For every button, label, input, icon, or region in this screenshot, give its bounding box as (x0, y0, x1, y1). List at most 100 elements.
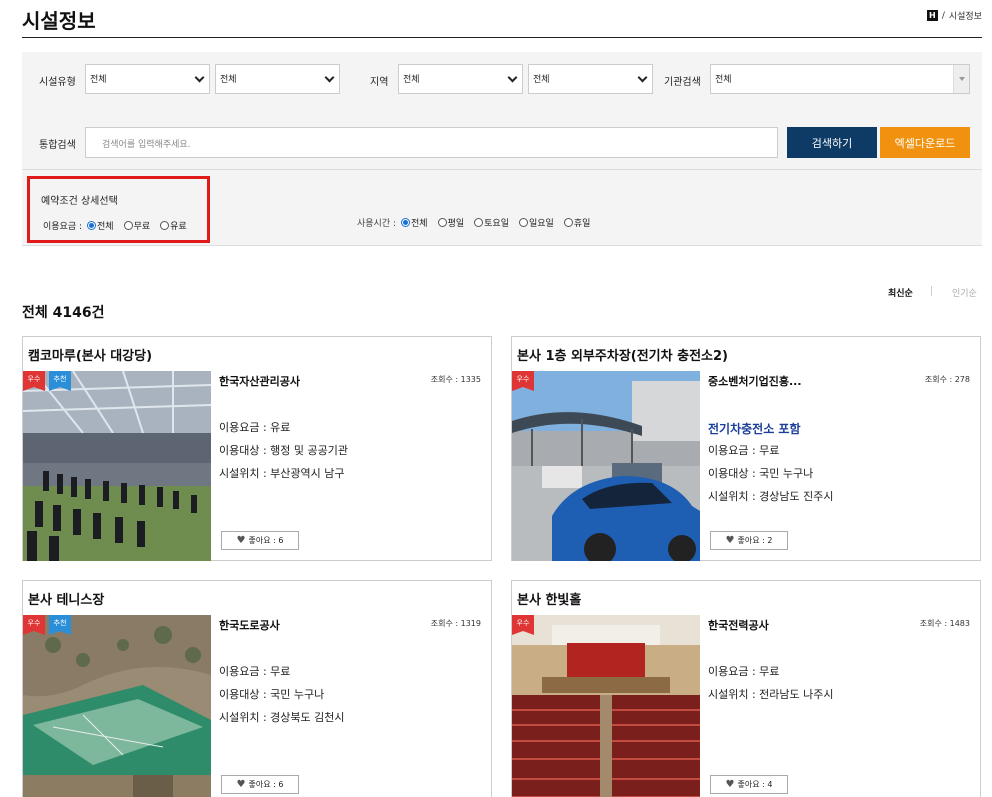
facility-subtype-select-value: 전체 (220, 75, 237, 85)
time-option-all[interactable]: 전체 (401, 216, 428, 229)
time-option-label: 전체 (411, 219, 428, 229)
facility-subtype-select[interactable]: 전체 (215, 64, 340, 94)
chevron-down-icon (194, 72, 205, 83)
breadcrumb: H / 시설정보 (926, 9, 982, 22)
like-count: 좋아요 : 2 (737, 536, 773, 545)
facility-title[interactable]: 본사 테니스장 (28, 589, 104, 608)
fee-option-label: 무료 (133, 222, 151, 232)
time-radio-group: 사용시간 : 전체 평일 토요일 일요일 휴일 (357, 216, 590, 229)
facility-type-label: 시설유형 (39, 77, 76, 88)
fee-option-paid[interactable]: 유료 (160, 219, 187, 232)
time-option-label: 일요일 (528, 219, 554, 229)
facility-views: 조회수 : 1335 (430, 375, 481, 384)
region-label: 지역 (370, 77, 389, 88)
facility-type-select[interactable]: 전체 (85, 64, 210, 94)
fee-radio-group: 이용요금 : 전체 무료 유료 (43, 219, 187, 232)
radio-icon (437, 218, 447, 227)
radio-icon (474, 218, 484, 227)
like-button[interactable]: ♥ 좋아요 : 6 (221, 775, 299, 794)
facility-location: 시설위치 : 부산광역시 남구 (219, 467, 345, 480)
facility-location: 시설위치 : 경상북도 김천시 (219, 711, 345, 724)
page-header: 시설정보 H / 시설정보 (22, 0, 982, 38)
facility-target: 이용대상 : 국민 누구나 (219, 688, 325, 701)
chevron-down-icon (324, 72, 335, 83)
like-button[interactable]: ♥ 좋아요 : 4 (710, 775, 788, 794)
breadcrumb-separator: / (941, 10, 945, 21)
filter-row: 시설유형 전체 전체 지역 전체 전체 기관검색 전체 (22, 64, 982, 94)
radio-icon (160, 221, 170, 230)
home-icon[interactable]: H (926, 10, 938, 21)
facility-fee: 이용요금 : 무료 (708, 665, 780, 678)
search-input[interactable]: 검색어를 입력해주세요. (85, 127, 778, 158)
sort-popular[interactable]: 인기순 (952, 286, 977, 299)
facility-target: 이용대상 : 행정 및 공공기관 (219, 444, 349, 457)
facility-location: 시설위치 : 경상남도 진주시 (708, 490, 834, 503)
region-select-value: 전체 (403, 75, 420, 85)
heart-icon: ♥ (725, 779, 735, 790)
facility-fee: 이용요금 : 무료 (708, 444, 780, 457)
time-option-holiday[interactable]: 휴일 (563, 216, 591, 229)
region-select[interactable]: 전체 (398, 64, 523, 94)
excel-download-button[interactable]: 엑셀다운로드 (880, 127, 970, 158)
reservation-detail-title: 예약조건 상세선택 (41, 196, 118, 207)
facility-type-select-value: 전체 (90, 75, 107, 85)
sort-divider (931, 286, 932, 296)
org-search-label: 기관검색 (664, 77, 701, 88)
radio-icon (563, 218, 573, 227)
facility-card[interactable]: 본사 한빛홀 우수 한국전력공사 조회수 : 1483 이용요금 : 무료 시설… (511, 580, 981, 797)
result-total: 전체 4146건 (22, 305, 105, 321)
search-label: 통합검색 (39, 140, 76, 151)
subregion-select-value: 전체 (533, 75, 550, 85)
time-option-saturday[interactable]: 토요일 (474, 216, 509, 229)
facility-org: 한국자산관리공사 (219, 375, 300, 388)
subregion-select[interactable]: 전체 (528, 64, 653, 94)
heart-icon: ♥ (236, 535, 246, 546)
facility-org: 한국도로공사 (219, 619, 280, 632)
like-button[interactable]: ♥ 좋아요 : 2 (710, 531, 788, 550)
fee-option-all[interactable]: 전체 (87, 219, 114, 232)
fee-label: 이용요금 : (43, 222, 83, 232)
reservation-detail-box: 예약조건 상세선택 이용요금 : 전체 무료 유료 (27, 176, 210, 243)
facility-views: 조회수 : 1319 (430, 619, 481, 628)
time-option-weekday[interactable]: 평일 (437, 216, 464, 229)
breadcrumb-current: 시설정보 (948, 12, 982, 22)
heart-icon: ♥ (236, 779, 246, 790)
facility-views: 조회수 : 1483 (919, 619, 970, 628)
facility-title[interactable]: 본사 한빛홀 (517, 589, 581, 608)
facility-card[interactable]: 본사 테니스장 우수 추천 한국도로공사 조회수 : 1319 이용요금 : 무… (22, 580, 492, 797)
search-row: 통합검색 검색어를 입력해주세요. 검색하기 엑셀다운로드 (22, 127, 982, 159)
time-option-sunday[interactable]: 일요일 (518, 216, 554, 229)
org-search-select[interactable]: 전체 (710, 64, 970, 94)
org-search-select-value: 전체 (715, 75, 732, 85)
facility-fee: 이용요금 : 무료 (219, 665, 291, 678)
facility-views: 조회수 : 278 (924, 375, 970, 384)
radio-checked-icon (401, 218, 411, 227)
facility-card[interactable]: 본사 1층 외부주차장(전기차 충전소2) 우수 중소벤처기업진흥... 조회수… (511, 336, 981, 561)
radio-checked-icon (87, 221, 97, 230)
search-button[interactable]: 검색하기 (787, 127, 877, 158)
facility-image[interactable]: 우수 (512, 615, 700, 797)
chevron-down-icon (507, 72, 518, 83)
fee-option-label: 유료 (170, 222, 187, 232)
fee-option-label: 전체 (97, 222, 114, 232)
radio-icon (518, 218, 528, 227)
like-count: 좋아요 : 4 (737, 780, 773, 789)
dropdown-arrow-icon (953, 65, 969, 93)
page-title: 시설정보 (22, 9, 96, 33)
radio-icon (123, 221, 133, 230)
facility-title[interactable]: 캠코마루(본사 대강당) (28, 345, 152, 364)
heart-icon: ♥ (725, 535, 735, 546)
facility-card[interactable]: 캠코마루(본사 대강당) 우수 추천 한국자산관리공사 조회수: 1335 이… (22, 336, 492, 561)
fee-option-free[interactable]: 무료 (123, 219, 151, 232)
chevron-down-icon (637, 72, 648, 83)
sort-latest[interactable]: 최신순 (888, 286, 913, 299)
facility-title[interactable]: 본사 1층 외부주차장(전기차 충전소2) (517, 345, 728, 364)
divider (22, 169, 982, 170)
facility-image[interactable]: 우수 추천 (23, 371, 211, 561)
facility-org: 중소벤처기업진흥... (708, 375, 802, 388)
like-count: 좋아요 : 6 (248, 780, 284, 789)
time-option-label: 휴일 (573, 219, 591, 229)
facility-image[interactable]: 우수 추천 (23, 615, 211, 797)
like-button[interactable]: ♥ 좋아요 : 6 (221, 531, 299, 550)
facility-image[interactable]: 우수 (512, 371, 700, 561)
